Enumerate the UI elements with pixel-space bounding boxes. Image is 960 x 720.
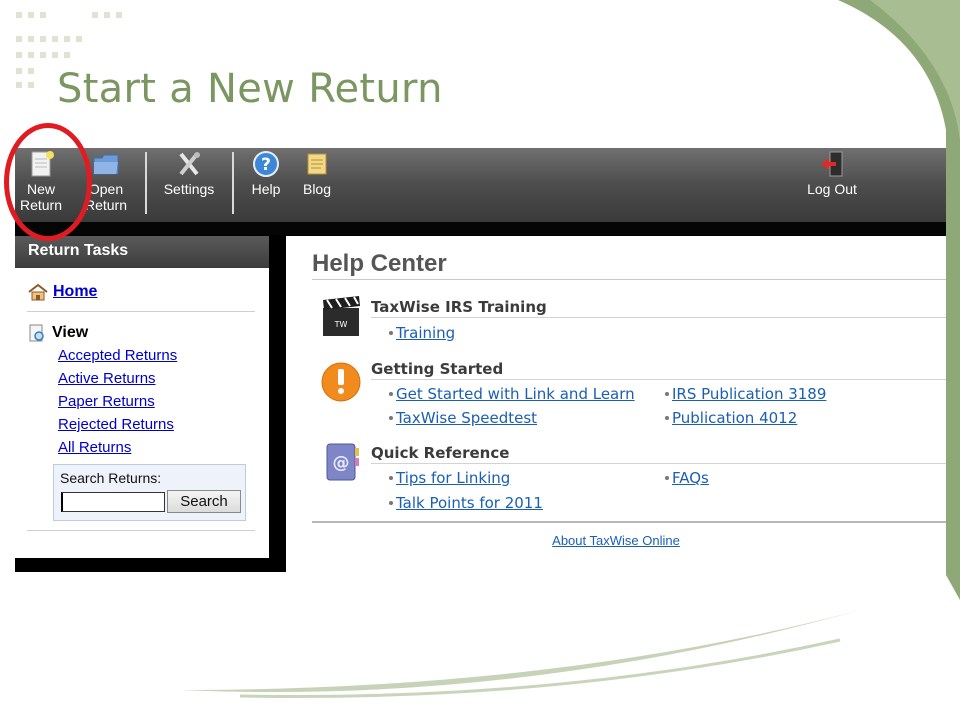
help-icon: ? [253, 151, 279, 177]
view-heading: View [52, 324, 89, 341]
publication-4012-link[interactable]: Publication 4012 [672, 409, 797, 427]
sidebar-divider [27, 530, 255, 531]
section-divider [371, 379, 946, 380]
rejected-returns-link[interactable]: Rejected Returns [58, 416, 177, 439]
exclamation-icon [321, 362, 361, 402]
sidebar-divider [27, 311, 255, 312]
toolbar-separator [145, 152, 147, 214]
home-icon [28, 283, 48, 301]
svg-text:?: ? [261, 155, 271, 175]
section-divider [371, 317, 946, 318]
help-center-title: Help Center [312, 250, 447, 277]
main-toolbar: New Return Open Return Settings ? Help B… [15, 148, 946, 222]
svg-text:TW: TW [334, 320, 348, 329]
search-returns-box: Search Returns: Search [53, 464, 246, 521]
bullet [389, 331, 393, 335]
section-divider [371, 463, 946, 464]
speedtest-link[interactable]: TaxWise Speedtest [396, 409, 537, 427]
help-center-panel: Help Center TW TaxWise IRS Training Trai… [286, 236, 946, 572]
exit-door-icon [821, 151, 843, 177]
bullet [389, 501, 393, 505]
view-magnifier-icon [29, 324, 44, 342]
view-row: View [27, 323, 88, 343]
home-row: Home [27, 283, 97, 301]
accepted-returns-link[interactable]: Accepted Returns [58, 347, 177, 370]
address-book-icon: @ [326, 443, 359, 481]
toolbar-separator [232, 152, 234, 214]
settings-button[interactable]: Settings [161, 150, 217, 216]
taxwise-app-screenshot: New Return Open Return Settings ? Help B… [15, 148, 946, 572]
slide-title: Start a New Return [57, 66, 443, 112]
section-heading-quick-reference: Quick Reference [371, 444, 510, 462]
get-started-link[interactable]: Get Started with Link and Learn [396, 385, 635, 403]
tips-for-linking-link[interactable]: Tips for Linking [396, 469, 510, 487]
blog-button[interactable]: Blog [299, 150, 335, 216]
clapperboard-icon: TW [323, 296, 360, 336]
faqs-link[interactable]: FAQs [672, 469, 709, 487]
bullet [665, 476, 669, 480]
bullet [389, 416, 393, 420]
view-links: Accepted Returns Active Returns Paper Re… [58, 347, 177, 462]
all-returns-link[interactable]: All Returns [58, 439, 177, 462]
sidebar-header: Return Tasks [15, 236, 269, 268]
section-heading-getting-started: Getting Started [371, 360, 504, 378]
logout-button[interactable]: Log Out [802, 150, 862, 216]
return-tasks-sidebar: Return Tasks Home View Accepted Returns … [15, 236, 269, 558]
bullet [665, 416, 669, 420]
talk-points-link[interactable]: Talk Points for 2011 [396, 494, 543, 512]
training-link[interactable]: Training [396, 324, 455, 342]
folder-icon [93, 154, 119, 175]
help-button[interactable]: ? Help [248, 150, 284, 216]
toolbar-shadow [15, 222, 946, 235]
footer-divider [312, 521, 946, 523]
irs-publication-3189-link[interactable]: IRS Publication 3189 [672, 385, 826, 403]
active-returns-link[interactable]: Active Returns [58, 370, 177, 393]
bullet [665, 392, 669, 396]
home-link[interactable]: Home [53, 283, 97, 301]
paper-returns-link[interactable]: Paper Returns [58, 393, 177, 416]
section-heading-training: TaxWise IRS Training [371, 298, 547, 316]
search-label: Search Returns: [60, 470, 162, 486]
bullet [389, 476, 393, 480]
search-input[interactable] [61, 492, 165, 512]
scroll-icon [307, 153, 327, 175]
about-taxwise-link[interactable]: About TaxWise Online [286, 533, 946, 548]
bullet [389, 392, 393, 396]
tools-icon [179, 152, 200, 176]
search-button[interactable]: Search [167, 490, 241, 513]
title-divider [312, 279, 946, 280]
new-return-highlight-circle [4, 123, 92, 241]
svg-text:@: @ [333, 453, 350, 473]
